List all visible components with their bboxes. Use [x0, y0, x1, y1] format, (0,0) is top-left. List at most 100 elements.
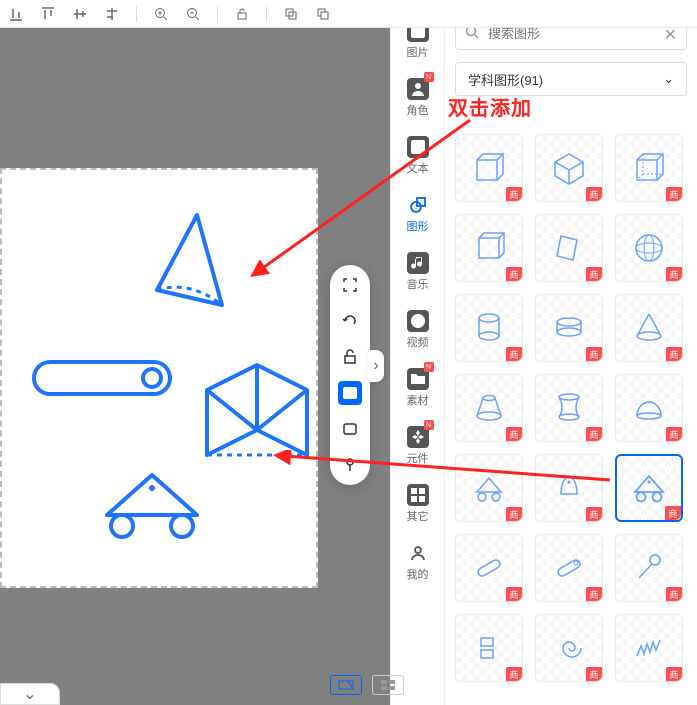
shape-prism[interactable]: [202, 360, 312, 465]
rect-fill-icon[interactable]: [338, 381, 362, 405]
commercial-tag: 商: [506, 667, 522, 681]
top-toolbar: [0, 0, 697, 28]
new-badge: N: [424, 362, 434, 372]
unlock-icon[interactable]: [234, 6, 250, 22]
commercial-tag: 商: [666, 187, 682, 201]
shape-cell-flag-pin[interactable]: 商: [615, 534, 683, 602]
shape-grid: 商商商商商商商商商商商商商商商商商商商商商: [455, 134, 687, 682]
lock-open-icon[interactable]: [338, 345, 362, 369]
commercial-tag: 商: [506, 507, 522, 521]
tab-mine[interactable]: 我的: [398, 538, 438, 586]
view-mode-icon[interactable]: [330, 675, 362, 695]
shape-cell-tri-wheels[interactable]: 商: [615, 454, 683, 522]
tab-label: 文本: [407, 160, 429, 176]
tab-label: 图片: [407, 44, 429, 60]
shape-cell-sphere[interactable]: 商: [615, 214, 683, 282]
align-bottom-icon[interactable]: [8, 6, 24, 22]
pin-icon[interactable]: [338, 453, 362, 477]
align-top-icon[interactable]: [40, 6, 56, 22]
tab-label: 视频: [407, 334, 429, 350]
shape-cell-capsule-diag2[interactable]: 商: [535, 534, 603, 602]
commercial-tag: 商: [666, 587, 682, 601]
tab-label: 其它: [407, 508, 429, 524]
new-badge: N: [424, 420, 434, 430]
commercial-tag: 商: [586, 267, 602, 281]
new-badge: N: [424, 72, 434, 82]
tab-label: 我的: [407, 566, 429, 582]
copy-icon[interactable]: [283, 6, 299, 22]
side-tabs: 图片N角色NT文本图形音乐视频素材N元件N其它我的: [390, 0, 445, 705]
divider: [266, 6, 267, 22]
category-select[interactable]: 学科图形(91) ⌄: [455, 62, 687, 96]
tab-video[interactable]: 视频: [398, 306, 438, 354]
shape-cell-zigzag[interactable]: 商: [615, 614, 683, 682]
commercial-tag: 商: [506, 587, 522, 601]
shape-cell-frustum[interactable]: 商: [455, 374, 523, 442]
fullscreen-icon[interactable]: [338, 273, 362, 297]
zoom-in-icon[interactable]: [153, 6, 169, 22]
rect-outline-icon[interactable]: [338, 417, 362, 441]
clone-icon[interactable]: [315, 6, 331, 22]
grid-mode-icon[interactable]: [372, 675, 404, 695]
chevron-down-icon: ⌄: [663, 71, 674, 87]
commercial-tag: 商: [506, 267, 522, 281]
video-icon: [407, 310, 429, 332]
shape-pyramid[interactable]: [152, 210, 242, 310]
align-v-center-icon[interactable]: [72, 6, 88, 22]
shape-cell-spiral[interactable]: 商: [535, 614, 603, 682]
commercial-tag: 商: [666, 267, 682, 281]
text-icon: T: [407, 136, 429, 158]
shape-cell-bell[interactable]: 商: [535, 454, 603, 522]
category-label: 学科图形(91): [468, 70, 543, 89]
shape-cell-dome[interactable]: 商: [615, 374, 683, 442]
float-expand-icon[interactable]: ›: [368, 350, 384, 382]
divider: [217, 6, 218, 22]
stage[interactable]: [0, 168, 318, 588]
svg-text:T: T: [414, 142, 421, 154]
rotate-icon[interactable]: [338, 309, 362, 333]
shape-cell-cylinder-flat[interactable]: 商: [535, 294, 603, 362]
shape-cell-stack[interactable]: 商: [455, 614, 523, 682]
commercial-tag: 商: [506, 347, 522, 361]
tab-music[interactable]: 音乐: [398, 248, 438, 296]
commercial-tag: 商: [586, 427, 602, 441]
tab-label: 素材: [407, 392, 429, 408]
shape-cell-cylinder[interactable]: 商: [455, 294, 523, 362]
shape-cell-cube-persp[interactable]: 商: [535, 134, 603, 202]
tab-role[interactable]: 角色N: [398, 74, 438, 122]
tab-text[interactable]: T 文本: [398, 132, 438, 180]
tab-label: 元件: [407, 450, 429, 466]
tab-label: 音乐: [407, 276, 429, 292]
bottom-tab[interactable]: ⌄: [0, 683, 60, 705]
bottom-controls: [330, 675, 404, 695]
commercial-tag: 商: [586, 187, 602, 201]
commercial-tag: 商: [666, 347, 682, 361]
floating-toolbar: [330, 265, 370, 485]
tab-shape[interactable]: 图形: [398, 190, 438, 238]
shape-slider[interactable]: [32, 360, 172, 396]
shape-cell-capsule-diag[interactable]: 商: [455, 534, 523, 602]
shape-cell-tri-wheels-small[interactable]: 商: [455, 454, 523, 522]
divider: [136, 6, 137, 22]
commercial-tag: 商: [666, 427, 682, 441]
shape-tri-wheels[interactable]: [102, 470, 202, 540]
tab-label: 图形: [407, 218, 429, 234]
zoom-out-icon[interactable]: [185, 6, 201, 22]
commercial-tag: 商: [586, 347, 602, 361]
shape-cell-cube-dash[interactable]: 商: [615, 134, 683, 202]
align-baseline-icon[interactable]: [104, 6, 120, 22]
shape-cell-cone[interactable]: 商: [615, 294, 683, 362]
shape-cell-cube-iso[interactable]: 商: [455, 214, 523, 282]
music-icon: [407, 252, 429, 274]
shape-cell-cube-front[interactable]: 商: [455, 134, 523, 202]
clear-icon[interactable]: ✕: [664, 25, 677, 45]
hint-text: 双击添加: [448, 92, 532, 121]
tab-material[interactable]: 素材 N: [398, 364, 438, 412]
tab-component[interactable]: 元件 N: [398, 422, 438, 470]
mine-icon: [407, 542, 429, 564]
commercial-tag: 商: [506, 187, 522, 201]
commercial-tag: 商: [586, 587, 602, 601]
tab-other[interactable]: 其它: [398, 480, 438, 528]
shape-cell-rhombus-3d[interactable]: 商: [535, 214, 603, 282]
shape-cell-hyperboloid[interactable]: 商: [535, 374, 603, 442]
